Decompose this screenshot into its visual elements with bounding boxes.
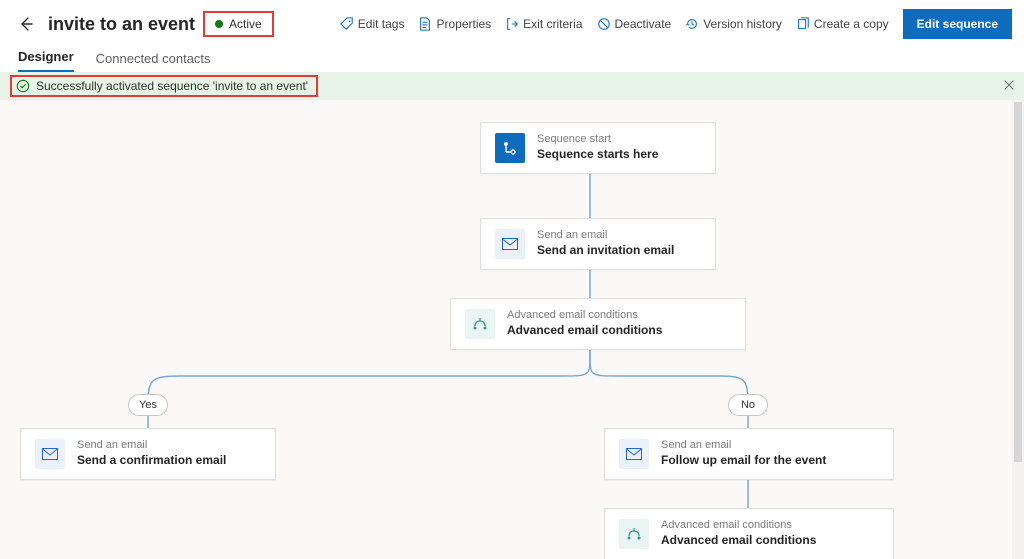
step-send-invitation-email[interactable]: Send an email Send an invitation email [480, 218, 716, 270]
create-copy-button[interactable]: Create a copy [796, 17, 889, 31]
properties-label: Properties [436, 17, 491, 31]
document-icon [418, 17, 432, 31]
version-history-button[interactable]: Version history [685, 17, 782, 31]
branch-yes-pill: Yes [128, 394, 168, 416]
exit-criteria-label: Exit criteria [523, 17, 582, 31]
step-advanced-conditions-2[interactable]: Advanced email conditions Advanced email… [604, 508, 894, 559]
close-icon [1002, 78, 1016, 92]
step-advanced-conditions-1[interactable]: Advanced email conditions Advanced email… [450, 298, 746, 350]
create-copy-label: Create a copy [814, 17, 889, 31]
tab-designer[interactable]: Designer [18, 49, 74, 72]
step-title: Send a confirmation email [77, 453, 226, 467]
banner-message: Successfully activated sequence 'invite … [36, 79, 308, 93]
step-subtitle: Send an email [537, 229, 674, 241]
designer-canvas[interactable]: Sequence start Sequence starts here Send… [0, 100, 1024, 559]
copy-icon [796, 17, 810, 31]
step-subtitle: Send an email [661, 439, 826, 451]
step-title: Advanced email conditions [661, 533, 816, 547]
tabs: Designer Connected contacts [0, 48, 1024, 72]
banner-close-button[interactable] [1002, 78, 1016, 97]
edit-sequence-button[interactable]: Edit sequence [903, 9, 1012, 39]
status-dot-icon [215, 20, 223, 28]
success-banner: Successfully activated sequence 'invite … [0, 72, 1024, 100]
step-title: Send an invitation email [537, 243, 674, 257]
step-subtitle: Advanced email conditions [507, 309, 662, 321]
step-title: Sequence starts here [537, 147, 658, 161]
vertical-scrollbar[interactable] [1012, 100, 1024, 559]
step-subtitle: Send an email [77, 439, 226, 451]
step-title: Follow up email for the event [661, 453, 826, 467]
email-icon [35, 439, 65, 469]
email-icon [495, 229, 525, 259]
deactivate-button[interactable]: Deactivate [597, 17, 672, 31]
status-badge: Active [203, 11, 274, 37]
exit-criteria-button[interactable]: Exit criteria [505, 17, 582, 31]
header-actions: Edit tags Properties Exit criteria Deact… [340, 9, 1012, 39]
sequence-title: invite to an event [48, 14, 195, 35]
version-history-label: Version history [703, 17, 782, 31]
conditions-icon [619, 519, 649, 549]
check-circle-icon [16, 79, 30, 93]
deactivate-label: Deactivate [615, 17, 672, 31]
deactivate-icon [597, 17, 611, 31]
tab-connected-contacts[interactable]: Connected contacts [96, 51, 211, 72]
conditions-icon [465, 309, 495, 339]
step-sequence-start[interactable]: Sequence start Sequence starts here [480, 122, 716, 174]
header-bar: invite to an event Active Edit tags Prop… [0, 0, 1024, 48]
exit-icon [505, 17, 519, 31]
step-subtitle: Advanced email conditions [661, 519, 816, 531]
tag-icon [340, 17, 354, 31]
properties-button[interactable]: Properties [418, 17, 491, 31]
email-icon [619, 439, 649, 469]
back-button[interactable] [12, 10, 40, 38]
branch-no-pill: No [728, 394, 768, 416]
step-title: Advanced email conditions [507, 323, 662, 337]
step-subtitle: Sequence start [537, 133, 658, 145]
edit-tags-label: Edit tags [358, 17, 405, 31]
history-icon [685, 17, 699, 31]
status-text: Active [229, 17, 262, 31]
edit-tags-button[interactable]: Edit tags [340, 17, 405, 31]
step-follow-up-email[interactable]: Send an email Follow up email for the ev… [604, 428, 894, 480]
step-confirmation-email[interactable]: Send an email Send a confirmation email [20, 428, 276, 480]
sequence-start-icon [495, 133, 525, 163]
